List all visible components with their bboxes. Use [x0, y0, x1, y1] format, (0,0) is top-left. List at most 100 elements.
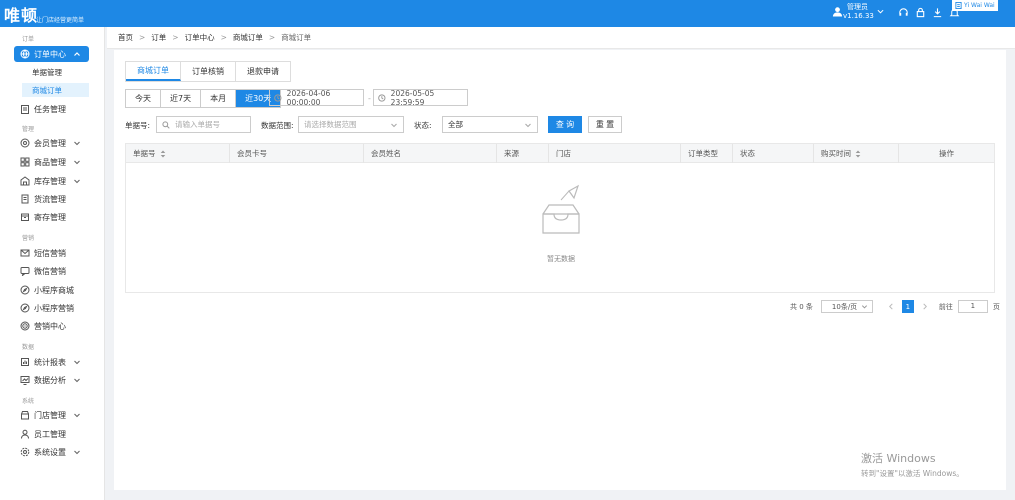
sidebar-item-label: 商品管理: [34, 157, 66, 167]
column-header-bill-number[interactable]: 单据号: [126, 144, 230, 163]
prev-page-button[interactable]: [886, 300, 896, 313]
chevron-down-icon: [74, 413, 80, 418]
order-tabs: 商城订单 订单核销 退款申请: [125, 61, 291, 82]
sidebar-item-sms[interactable]: 短信营销: [14, 245, 89, 261]
date-month-button[interactable]: 本月: [201, 90, 237, 107]
warehouse-icon: [20, 176, 30, 186]
sidebar-item-member-manage[interactable]: 会员管理: [14, 135, 89, 151]
user-icon: [832, 7, 843, 17]
sidebar-item-data-analysis[interactable]: 数据分析: [14, 372, 89, 388]
page-number-current[interactable]: 1: [901, 300, 914, 313]
empty-state: 暂无数据: [531, 184, 591, 264]
order-table: 单据号 会员卡号 会员姓名 来源 门店 订单类型 状态 购买时间 操作 暂无数据: [125, 143, 995, 293]
bill-number-input[interactable]: 请输入单据号: [156, 116, 251, 133]
sidebar-item-order-center[interactable]: 订单中心: [14, 46, 89, 62]
date-start-input[interactable]: 2026-04-06 00:00:00: [269, 88, 364, 107]
sidebar-item-stats-report[interactable]: 统计报表: [14, 354, 89, 370]
sidebar-item-goods-manage[interactable]: 商品管理: [14, 154, 89, 170]
page-size-select[interactable]: 10条/页: [820, 300, 873, 313]
monitor-chart-icon: [20, 376, 30, 385]
sidebar-item-label: 数据分析: [34, 375, 66, 385]
box-icon: [21, 213, 29, 221]
reset-button[interactable]: 重 置: [588, 116, 622, 133]
user-icon: [21, 429, 29, 439]
chevron-left-icon: [888, 303, 893, 310]
mail-icon: [20, 249, 30, 257]
sidebar-item-mini-marketing[interactable]: 小程序营销: [14, 300, 89, 316]
goto-page-input[interactable]: 1: [957, 300, 988, 313]
grid-icon: [20, 157, 30, 167]
status-label: 状态:: [414, 121, 432, 130]
column-header-source: 来源: [497, 144, 549, 163]
breadcrumb-mall-order[interactable]: 商城订单: [233, 32, 263, 43]
user-menu[interactable]: 管理员 v1.16.33: [832, 3, 884, 20]
column-header-label: 单据号: [133, 149, 156, 158]
chevron-down-icon: [74, 179, 80, 184]
breadcrumb-order-center[interactable]: 订单中心: [185, 32, 215, 43]
sidebar-subitem-bill-manage[interactable]: 单据管理: [22, 65, 89, 79]
sidebar-item-task-manage[interactable]: 任务管理: [14, 101, 89, 117]
tab-mall-order[interactable]: 商城订单: [126, 62, 181, 81]
windows-activation-watermark: 激活 Windows 转到"设置"以激活 Windows。: [861, 450, 964, 479]
download-icon[interactable]: [932, 7, 943, 18]
page-unit-label: 页: [992, 302, 1000, 311]
logo-slogan: 让门店经营更简单: [36, 17, 85, 24]
date-end-input[interactable]: 2026-05-05 23:59:59: [373, 89, 468, 107]
status-select[interactable]: 全部: [442, 116, 538, 133]
watermark-subtitle: 转到"设置"以激活 Windows。: [861, 469, 964, 478]
sidebar-item-mini-mall[interactable]: 小程序商城: [14, 282, 89, 298]
sidebar: 订单 订单中心 单据管理 商城订单 任务管理 管理 会员管理 商品管理 库存管理…: [0, 27, 105, 500]
chevron-down-icon: [74, 450, 80, 455]
sidebar-item-deposit[interactable]: 寄存管理: [14, 209, 89, 225]
sort-icon: [855, 150, 861, 157]
chevron-down-icon: [861, 305, 867, 309]
next-page-button[interactable]: [920, 300, 930, 313]
document-icon: [955, 2, 962, 9]
sidebar-item-marketing-center[interactable]: 营销中心: [14, 318, 89, 334]
query-button[interactable]: 查 询: [548, 116, 582, 133]
version-label: v1.16.33: [843, 12, 874, 20]
breadcrumb-order[interactable]: 订单: [151, 32, 166, 43]
empty-box-icon: [542, 184, 580, 234]
sidebar-subitem-mall-order[interactable]: 商城订单: [22, 83, 89, 97]
section-label-marketing: 营销: [22, 235, 35, 242]
search-icon: [162, 120, 170, 129]
sidebar-item-store-manage[interactable]: 门店管理: [14, 407, 89, 423]
sidebar-item-label: 系统设置: [34, 447, 66, 457]
headset-icon[interactable]: [898, 7, 909, 18]
sidebar-item-staff-manage[interactable]: 员工管理: [14, 426, 89, 442]
logo[interactable]: 唯顿: [4, 2, 38, 26]
section-label-system: 系统: [22, 398, 35, 405]
date-quick-select: 今天 近7天 本月 近30天: [125, 89, 282, 108]
user-badge[interactable]: Yi Wai Wai: [952, 0, 998, 11]
username: 管理员: [847, 3, 868, 11]
pagination-total: 共 0 条: [790, 302, 813, 311]
column-header-member-name: 会员姓名: [364, 144, 497, 163]
sidebar-item-label: 订单中心: [34, 49, 66, 59]
clipboard-icon: [21, 105, 29, 114]
sidebar-item-label: 货流管理: [34, 194, 66, 204]
sidebar-item-label: 营销中心: [34, 321, 66, 331]
sidebar-item-wechat[interactable]: 微信营销: [14, 263, 89, 279]
page-size-value: 10条/页: [831, 302, 858, 311]
section-label-data: 数据: [22, 344, 35, 351]
gear-icon: [20, 447, 30, 457]
date-start-value: 2026-04-06 00:00:00: [286, 88, 331, 107]
sidebar-item-logistics[interactable]: 货流管理: [14, 191, 89, 207]
date-today-button[interactable]: 今天: [126, 90, 161, 107]
bill-number-label: 单据号:: [125, 121, 151, 130]
breadcrumb-home[interactable]: 首页: [118, 32, 133, 43]
sidebar-item-system-settings[interactable]: 系统设置: [14, 444, 89, 460]
column-header-store: 门店: [549, 144, 681, 163]
sidebar-item-stock-manage[interactable]: 库存管理: [14, 173, 89, 189]
compass-icon: [20, 303, 30, 313]
data-range-select[interactable]: 请选择数据范围: [298, 116, 404, 133]
tab-order-verify[interactable]: 订单核销: [181, 62, 236, 81]
lock-icon[interactable]: [915, 7, 926, 18]
date-7days-button[interactable]: 近7天: [161, 90, 202, 107]
chat-icon: [20, 267, 30, 276]
column-header-purchase-time[interactable]: 购买时间: [814, 144, 899, 163]
globe-icon: [20, 49, 30, 59]
header-tools: [898, 7, 960, 18]
tab-refund-request[interactable]: 退款申请: [236, 62, 290, 81]
